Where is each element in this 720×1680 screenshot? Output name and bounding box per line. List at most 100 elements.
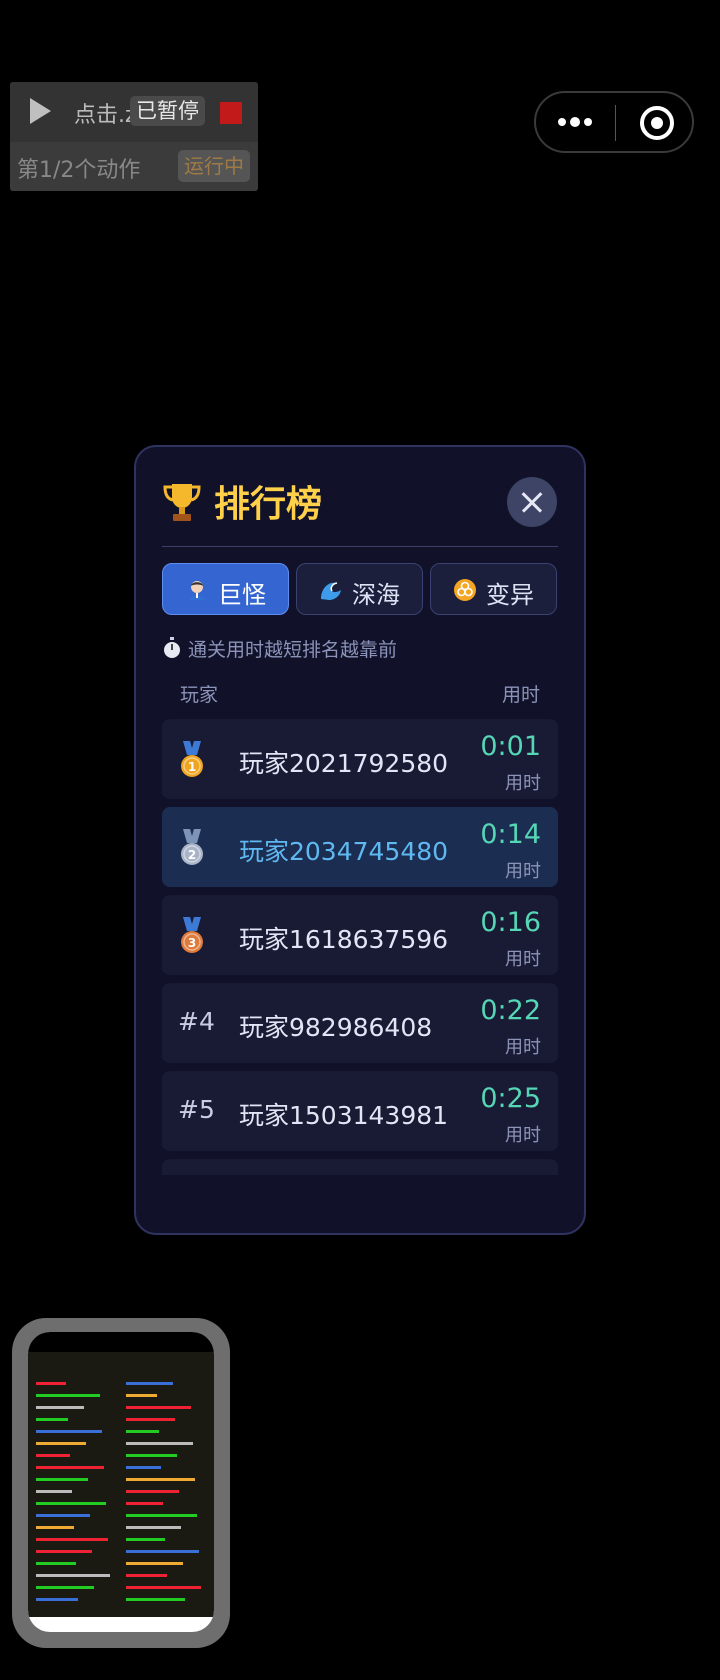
rank-label: #4 <box>178 1007 215 1036</box>
capsule-divider <box>615 105 616 141</box>
leaderboard-modal: 排行榜 巨怪 深海 变异 通关用时越短排名越靠前 玩家 用时 1 玩家20217… <box>134 445 586 1235</box>
preview-line <box>126 1574 167 1577</box>
leaderboard-row[interactable]: #4 玩家982986408 0:22 用时 <box>162 983 558 1063</box>
preview-line <box>126 1562 183 1565</box>
preview-line <box>36 1574 110 1577</box>
preview-line <box>36 1406 84 1409</box>
preview-line <box>36 1514 90 1517</box>
tab-deep-sea-label: 深海 <box>352 581 400 609</box>
preview-line <box>36 1538 108 1541</box>
leaderboard-row[interactable]: 3 玩家1618637596 0:16 用时 <box>162 895 558 975</box>
preview-line <box>36 1526 74 1529</box>
ranking-hint-text: 通关用时越短排名越靠前 <box>188 639 398 661</box>
preview-line <box>126 1454 177 1457</box>
time-value: 0:14 <box>480 819 541 850</box>
column-time: 用时 <box>501 684 540 706</box>
time-caption: 用时 <box>505 1125 541 1146</box>
floating-window-thumbnail[interactable] <box>12 1318 230 1648</box>
preview-line <box>126 1394 157 1397</box>
time-value: 0:16 <box>480 907 541 938</box>
player-name: 玩家1618637596 <box>239 925 449 954</box>
preview-line <box>36 1394 100 1397</box>
play-icon[interactable] <box>30 98 51 124</box>
preview-line <box>36 1586 94 1589</box>
time-caption: 用时 <box>505 773 541 794</box>
time-value: 0:25 <box>480 1083 541 1114</box>
preview-line <box>126 1514 197 1517</box>
thumbnail-topbar <box>28 1332 214 1352</box>
preview-line <box>126 1502 163 1505</box>
time-value: 0:01 <box>480 731 541 762</box>
silver-medal-icon: 2 <box>181 829 203 865</box>
preview-line <box>36 1430 102 1433</box>
preview-line <box>126 1598 185 1601</box>
automation-title: 点击.z <box>74 103 134 128</box>
category-tabs: 巨怪 深海 变异 <box>162 563 558 615</box>
preview-line <box>36 1418 68 1421</box>
tab-mutant[interactable]: 变异 <box>430 563 557 615</box>
svg-text:2: 2 <box>188 848 196 862</box>
bronze-medal-icon: 3 <box>181 917 203 953</box>
time-caption: 用时 <box>505 861 541 882</box>
thumbnail-screen <box>28 1332 214 1632</box>
automation-panel: 点击.z 已暂停 第1/2个动作 运行中 <box>10 82 258 191</box>
gold-medal-icon: 1 <box>181 741 203 777</box>
preview-line <box>126 1406 191 1409</box>
tab-troll[interactable]: 巨怪 <box>162 563 289 615</box>
preview-line <box>126 1490 179 1493</box>
preview-line <box>126 1526 181 1529</box>
stopwatch-icon <box>164 637 180 658</box>
column-player: 玩家 <box>180 684 219 706</box>
leaderboard-row[interactable]: 1 玩家2021792580 0:01 用时 <box>162 719 558 799</box>
leaderboard-list[interactable]: 1 玩家2021792580 0:01 用时 2 玩家2034745480 0:… <box>162 719 558 1175</box>
preview-line <box>36 1382 66 1385</box>
preview-line <box>126 1586 201 1589</box>
leaderboard-row[interactable]: 2 玩家2034745480 0:14 用时 <box>162 807 558 887</box>
automation-status: 第1/2个动作 运行中 <box>10 142 258 191</box>
close-button[interactable] <box>507 477 557 527</box>
preview-line <box>36 1442 86 1445</box>
player-name: 玩家2034745480 <box>239 837 449 866</box>
preview-line <box>126 1382 173 1385</box>
player-name: 玩家982986408 <box>239 1013 433 1042</box>
time-value: 0:32 <box>480 1171 541 1175</box>
preview-line <box>36 1562 76 1565</box>
preview-line <box>36 1598 78 1601</box>
automation-header: 点击.z 已暂停 <box>10 82 258 142</box>
trophy-icon <box>163 484 201 521</box>
leaderboard-row[interactable]: #5 玩家1503143981 0:25 用时 <box>162 1071 558 1151</box>
preview-line <box>36 1454 70 1457</box>
rank-label: #5 <box>178 1095 215 1124</box>
stop-icon[interactable] <box>220 102 242 124</box>
preview-line <box>36 1478 88 1481</box>
tab-troll-label: 巨怪 <box>218 581 266 609</box>
svg-text:1: 1 <box>188 760 196 774</box>
player-name: 玩家2021792580 <box>239 749 449 778</box>
mini-program-capsule <box>534 91 694 153</box>
preview-line <box>126 1478 195 1481</box>
preview-line <box>126 1538 165 1541</box>
preview-line <box>126 1418 175 1421</box>
thumbnail-game-preview <box>28 1352 214 1617</box>
preview-line <box>36 1490 72 1493</box>
more-options-icon[interactable] <box>558 112 598 132</box>
player-name: 玩家1503143981 <box>239 1101 449 1130</box>
modal-title: 排行榜 <box>214 484 323 525</box>
ranking-hint: 通关用时越短排名越靠前 <box>162 635 397 662</box>
preview-line <box>36 1550 92 1553</box>
header-divider <box>162 546 558 547</box>
troll-icon <box>189 581 205 600</box>
wave-icon <box>321 582 341 600</box>
time-caption: 用时 <box>505 949 541 970</box>
leaderboard-row[interactable]: #6玩家1434882024 0:32 用时 <box>162 1159 558 1175</box>
tab-deep-sea[interactable]: 深海 <box>296 563 423 615</box>
step-progress-text: 第1/2个动作 <box>17 158 141 183</box>
running-badge: 运行中 <box>178 150 250 182</box>
tab-mutant-label: 变异 <box>486 581 534 609</box>
preview-line <box>126 1430 159 1433</box>
svg-text:3: 3 <box>188 936 196 950</box>
biohazard-icon <box>454 579 476 601</box>
paused-badge: 已暂停 <box>130 96 205 126</box>
exit-target-icon[interactable] <box>640 106 674 140</box>
preview-line <box>36 1502 106 1505</box>
